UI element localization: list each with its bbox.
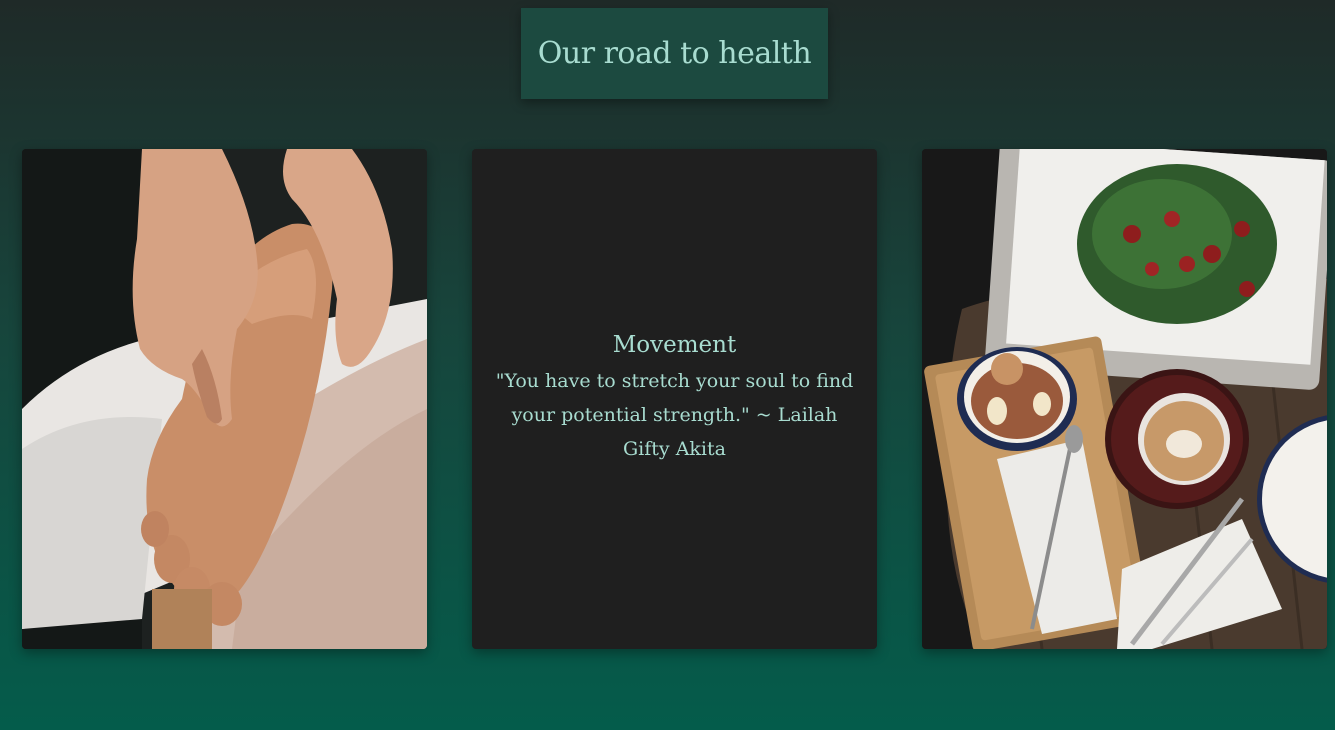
card-heading: Movement: [612, 332, 737, 358]
foot-massage-photo: [22, 149, 427, 649]
page-title: Our road to health: [537, 36, 812, 71]
healthy-food-table-photo: [922, 149, 1327, 649]
card-quote: "You have to stretch your soul to find y…: [495, 370, 854, 460]
movement-quote-card: Movement "You have to stretch your soul …: [472, 149, 877, 649]
page-title-box: Our road to health: [521, 8, 828, 99]
